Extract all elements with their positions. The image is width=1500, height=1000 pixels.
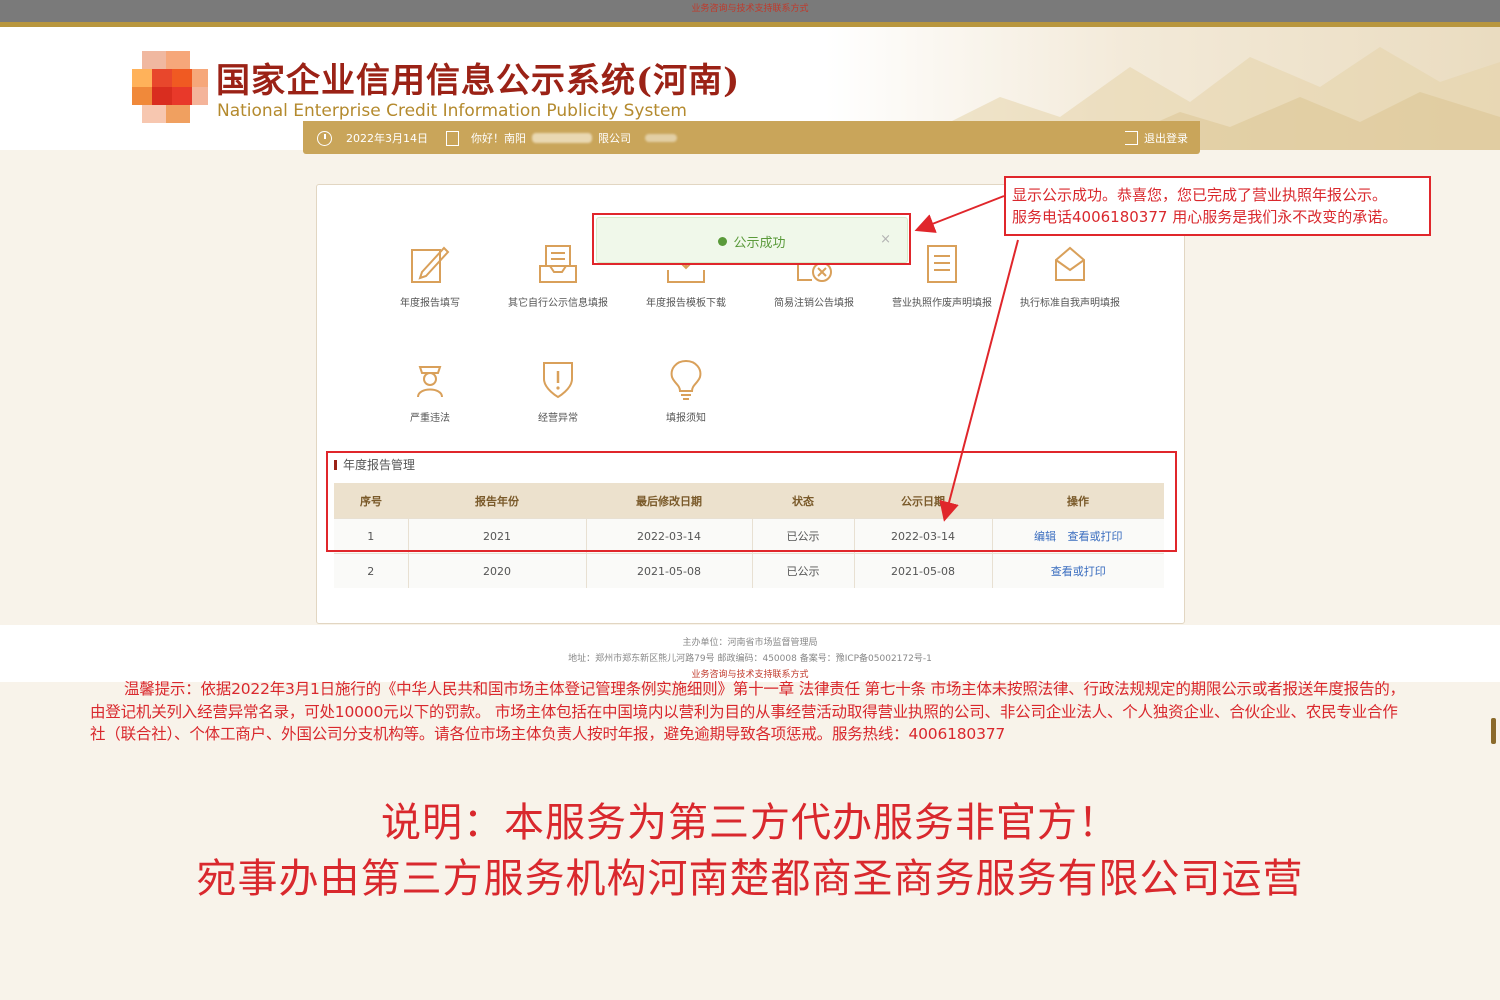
arrow-to-table — [939, 239, 1019, 522]
scrollbar-thumb[interactable] — [1491, 718, 1496, 744]
page-footer: 主办单位：河南省市场监督管理局 地址：郑州市郑东新区熊儿河路79号 邮政编码：4… — [0, 625, 1500, 682]
disclaimer-line-1: 说明：本服务为第三方代办服务非官方！ — [381, 800, 1119, 846]
disclaimer-line-2: 宛事办由第三方服务机构河南楚都商圣商务服务有限公司运营 — [196, 856, 1304, 902]
footer-address: 地址：郑州市郑东新区熊儿河路79号 邮政编码：450008 备案号：豫ICP备0… — [568, 654, 932, 664]
footer-sponsor: 主办单位：河南省市场监督管理局 — [682, 638, 818, 648]
warm-reminder-notice: 温馨提示：依据2022年3月1日施行的《中华人民共和国市场主体登记管理条例实施细… — [90, 680, 1405, 743]
arrow-to-toast — [914, 195, 1005, 233]
